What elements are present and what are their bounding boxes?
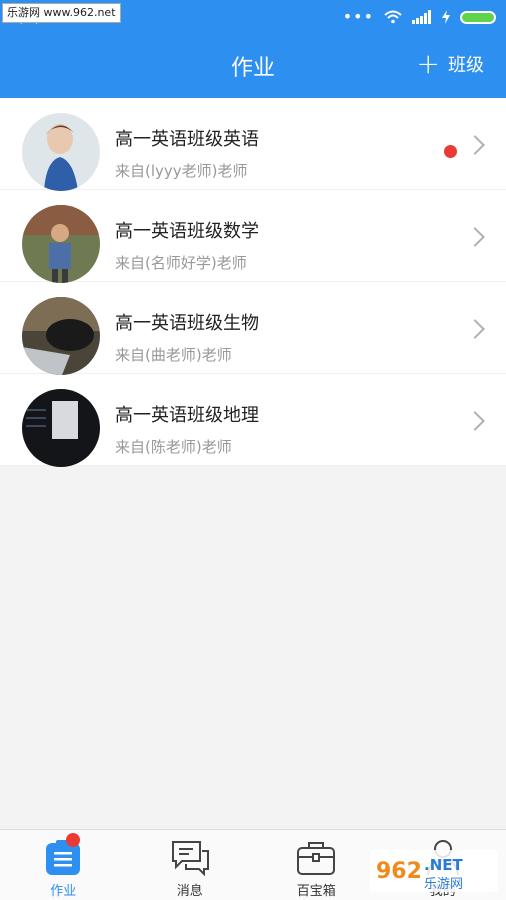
item-title: 高一英语班级地理 — [115, 405, 259, 426]
avatar — [22, 389, 100, 467]
tab-toolbox[interactable]: 百宝箱 — [253, 830, 380, 900]
list-item[interactable]: 高一英语班级英语 来自(lyyy老师)老师 — [0, 98, 506, 191]
tab-label: 作业 — [50, 884, 77, 899]
list-item[interactable]: 高一英语班级地理 来自(陈老师)老师 — [0, 374, 506, 467]
chevron-right-icon — [465, 227, 485, 247]
svg-text:.NET: .NET — [424, 856, 463, 874]
chevron-right-icon — [465, 411, 485, 431]
signal-icon — [412, 10, 431, 24]
list-item[interactable]: 高一英语班级数学 来自(名师好学)老师 — [0, 190, 506, 283]
chevron-right-icon — [465, 135, 485, 155]
plus-icon: + — [416, 47, 440, 80]
toolbox-icon — [297, 842, 336, 875]
add-class-label: 班级 — [448, 55, 484, 76]
tab-label: 百宝箱 — [296, 884, 336, 899]
tab-label: 消息 — [176, 884, 203, 899]
item-subtitle: 来自(陈老师)老师 — [115, 438, 232, 456]
app-header: 下午1:56 ••• 乐游网 www.962.net 作业 + 班级 — [0, 0, 506, 98]
avatar — [22, 113, 100, 191]
battery-icon — [460, 10, 496, 24]
status-icons: ••• — [343, 8, 496, 26]
message-icon — [171, 841, 209, 877]
avatar — [22, 297, 100, 375]
unread-badge — [444, 145, 457, 158]
tab-badge — [66, 833, 80, 847]
homework-list: 高一英语班级英语 来自(lyyy老师)老师 高一英语班级数学 来自(名师好学)老… — [0, 98, 506, 467]
watermark-top: 乐游网 www.962.net — [2, 3, 121, 23]
add-class-button[interactable]: + 班级 — [416, 47, 484, 80]
item-title: 高一英语班级英语 — [115, 129, 259, 150]
svg-text:乐游网: 乐游网 — [424, 877, 463, 892]
more-dots-icon: ••• — [342, 7, 374, 26]
item-subtitle: 来自(名师好学)老师 — [115, 254, 247, 272]
chevron-right-icon — [465, 319, 485, 339]
watermark-logo: 962 .NET 乐游网 — [370, 848, 498, 894]
wifi-icon — [384, 10, 402, 24]
tab-messages[interactable]: 消息 — [127, 830, 254, 900]
item-title: 高一英语班级生物 — [115, 313, 259, 334]
list-item[interactable]: 高一英语班级生物 来自(曲老师)老师 — [0, 282, 506, 375]
tab-homework[interactable]: 作业 — [0, 830, 127, 900]
avatar — [22, 205, 100, 283]
svg-text:962: 962 — [376, 859, 422, 884]
item-title: 高一英语班级数学 — [115, 221, 259, 242]
item-subtitle: 来自(曲老师)老师 — [115, 346, 232, 364]
charging-icon — [442, 10, 450, 24]
item-subtitle: 来自(lyyy老师)老师 — [115, 162, 248, 180]
